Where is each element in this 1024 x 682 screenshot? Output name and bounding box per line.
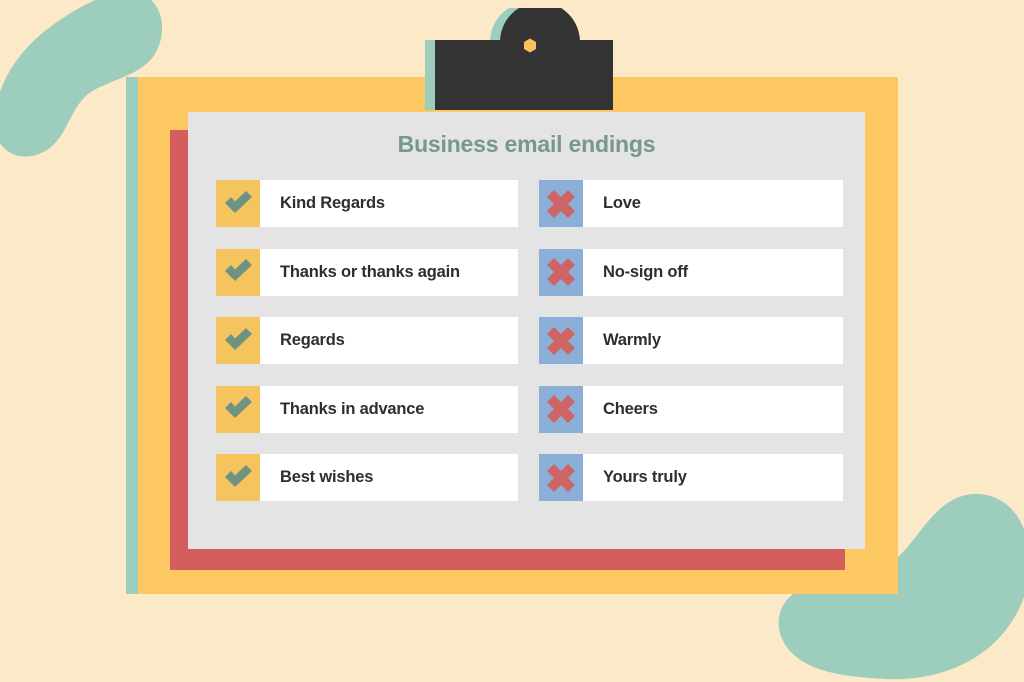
list-item[interactable]: Yours truly: [539, 454, 843, 501]
check-icon: [216, 385, 260, 433]
column-avoid-endings: Love No-sign off Warmly Cheers Yours tru…: [539, 180, 843, 523]
list-item-card[interactable]: Kind Regards: [260, 180, 518, 227]
cross-icon: [539, 385, 583, 433]
cross-icon: [539, 317, 583, 364]
list-item[interactable]: Best wishes: [216, 454, 518, 501]
list-item[interactable]: Regards: [216, 317, 518, 364]
list-item-label: Love: [603, 194, 641, 212]
list-item-card[interactable]: Cheers: [583, 385, 843, 433]
list-item[interactable]: No-sign off: [539, 248, 843, 296]
list-item-label: Yours truly: [603, 468, 687, 486]
infographic-canvas: Business email endings Kind Regards Than…: [0, 0, 1024, 682]
list-item[interactable]: Love: [539, 180, 843, 227]
cross-icon: [539, 454, 583, 501]
list-item-label: Warmly: [603, 331, 661, 349]
list-item-card[interactable]: Love: [583, 180, 843, 227]
list-item-card[interactable]: Regards: [260, 317, 518, 364]
list-item-card[interactable]: Thanks in advance: [260, 385, 518, 433]
list-item[interactable]: Thanks or thanks again: [216, 248, 518, 296]
list-item[interactable]: Warmly: [539, 317, 843, 364]
list-item[interactable]: Cheers: [539, 385, 843, 433]
check-icon: [216, 180, 260, 227]
check-icon: [216, 454, 260, 501]
list-item[interactable]: Thanks in advance: [216, 385, 518, 433]
list-item-card[interactable]: Yours truly: [583, 454, 843, 501]
list-item-label: No-sign off: [603, 262, 688, 281]
list-item-card[interactable]: Thanks or thanks again: [260, 248, 518, 296]
clipboard-clip-icon: [425, 8, 613, 110]
list-item-label: Thanks in advance: [280, 399, 425, 418]
list-item-card[interactable]: Best wishes: [260, 454, 518, 501]
list-item-label: Cheers: [603, 399, 658, 418]
list-item-card[interactable]: Warmly: [583, 317, 843, 364]
check-icon: [216, 317, 260, 364]
cross-icon: [539, 248, 583, 296]
list-item-label: Kind Regards: [280, 194, 385, 212]
list-item-label: Regards: [280, 331, 345, 349]
list-item-label: Thanks or thanks again: [280, 262, 460, 281]
column-approved-endings: Kind Regards Thanks or thanks again Rega…: [216, 180, 518, 523]
page-title: Business email endings: [397, 131, 656, 157]
cross-icon: [539, 180, 583, 227]
list-item[interactable]: Kind Regards: [216, 180, 518, 227]
check-icon: [216, 248, 260, 296]
list-item-card[interactable]: No-sign off: [583, 248, 843, 296]
list-item-label: Best wishes: [280, 468, 374, 486]
